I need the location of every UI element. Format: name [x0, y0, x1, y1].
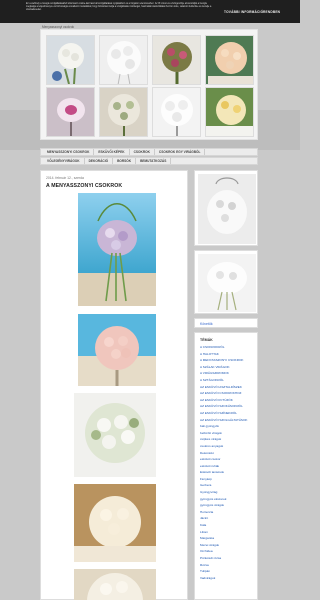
label-link[interactable]: AZ ESKÜVŐI SZÍNEKRŐL	[200, 411, 252, 416]
label-link[interactable]: esküvői ruhák	[200, 464, 252, 469]
sidebar-image-box-1	[194, 170, 258, 246]
labels-widget: TÉMÁK A CSOKROKRÓL A HALOTTAK A MENYASSZ…	[194, 332, 258, 600]
label-link[interactable]: Gyöngyvirág	[200, 490, 252, 495]
post-image-5[interactable]	[74, 569, 156, 600]
nav-item-borsok[interactable]: BORSÓK	[113, 158, 137, 164]
cookie-consent-bar: Ez a webhely a Google szolgáltatásaiból …	[0, 0, 300, 23]
label-link[interactable]: Esküvői tanácsok	[200, 470, 252, 475]
nav-item-menyasszonyi-csokrok[interactable]: MENYASSZONYI CSOKROK	[43, 149, 95, 155]
label-link[interactable]: Dekoráció	[200, 451, 252, 456]
label-link[interactable]: A HALOTTAK	[200, 352, 252, 357]
nav-item-dekoracio[interactable]: DEKORÁCIÓ	[85, 158, 114, 164]
label-link[interactable]: Vadvirágok	[200, 576, 252, 581]
nav-row-2: VŐLEGÉNYVIRÁGOK DEKORÁCIÓ BORSÓK BEMUTAT…	[40, 157, 258, 165]
labels-list: A CSOKROKRÓL A HALOTTAK A MENYASSZONYI C…	[200, 345, 252, 583]
header-thumb-5[interactable]	[46, 87, 95, 137]
label-link[interactable]: Rózsa	[200, 563, 252, 568]
label-link[interactable]: Orchidea	[200, 550, 252, 554]
label-link[interactable]: AZ ESKÜVŐI SZOLGÁLTATÁSOK	[200, 418, 252, 423]
sidebar-image-box-2	[194, 250, 258, 314]
label-link[interactable]: gyöngyös ékszerek	[200, 497, 252, 502]
nav-item-csokrok-egy-viragbol[interactable]: CSOKROK EGY VIRÁGBÓL	[155, 149, 206, 155]
sidebar-image-2[interactable]	[198, 254, 256, 312]
sidebar-image-1[interactable]	[198, 174, 256, 244]
post-image-2[interactable]	[78, 314, 156, 386]
blog-post: 2014. február 12., szerda A MENYASSZONYI…	[40, 170, 188, 600]
post-date: 2014. február 12., szerda	[46, 176, 84, 180]
label-link[interactable]: Fénykép	[200, 477, 252, 482]
label-link[interactable]: Tulipán	[200, 569, 252, 574]
followers-link[interactable]: Követők	[200, 322, 213, 326]
nav-item-csokrok[interactable]: CSOKROK	[130, 149, 155, 155]
labels-title: TÉMÁK	[200, 338, 213, 342]
post-title[interactable]: A MENYASSZONYI CSOKROK	[46, 183, 122, 189]
label-link[interactable]: Kála	[200, 523, 252, 528]
header-thumb-1[interactable]	[46, 35, 95, 85]
label-link[interactable]: befüzött virágok	[200, 431, 252, 436]
nav-item-volegenyviragok[interactable]: VŐLEGÉNYVIRÁGOK	[43, 158, 85, 164]
label-link[interactable]: A MENYASSZONYI CSOKROK	[200, 358, 252, 363]
header-thumb-4[interactable]	[205, 35, 254, 85]
label-link[interactable]: AZ ESKÜVŐI CSOKROKHOZ	[200, 391, 252, 396]
label-link[interactable]: AZ ESKÜVŐI SZOKÁSOKRÓL	[200, 405, 252, 409]
label-link[interactable]: A SZÁLAK VIRÁGOK	[200, 365, 252, 370]
header-thumb-7[interactable]	[152, 87, 201, 137]
followers-widget: Követők	[194, 318, 258, 328]
label-link[interactable]: Liliom	[200, 530, 252, 535]
label-link[interactable]: Pünkösdi rózsa	[200, 556, 252, 561]
label-link[interactable]: A SZTÁGOKRÓL	[200, 378, 252, 383]
header-thumb-2[interactable]	[99, 35, 148, 85]
cookie-consent-text: Ez a webhely a Google szolgáltatásaiból …	[26, 3, 212, 11]
nav-item-bemutatkozas[interactable]: BEMUTATKOZÁS	[136, 158, 172, 164]
label-link[interactable]: Margaréta	[200, 536, 252, 541]
label-link[interactable]: A CSOKROKRÓL	[200, 345, 252, 350]
header-gallery	[40, 29, 258, 140]
label-link[interactable]: bali gyöngyök	[200, 424, 252, 429]
nav-row-1: MENYASSZONYI CSOKROK ESKÜVŐI KÉPEK CSOKR…	[40, 148, 258, 156]
label-link[interactable]: Hortenzia	[200, 510, 252, 515]
learn-more-button[interactable]: TOVÁBBI INFORMÁCIÓ	[224, 10, 263, 14]
nav-item-eskuvoi-kepek[interactable]: ESKÜVŐI KÉPEK	[94, 149, 130, 155]
label-link[interactable]: A VIRÁGSZIROMOK	[200, 372, 252, 376]
ok-button[interactable]: RENDBEN	[263, 10, 280, 14]
post-image-1[interactable]	[78, 193, 156, 306]
label-link[interactable]: esküvői csokor	[200, 457, 252, 462]
header-thumb-8[interactable]	[205, 87, 254, 137]
header-thumb-3[interactable]	[152, 35, 201, 85]
label-link[interactable]: csokros anyagok	[200, 444, 252, 449]
label-link[interactable]: AZ ESKÜVŐI KITŰZŐK	[200, 398, 252, 403]
label-link[interactable]: Gerbera	[200, 484, 252, 488]
post-image-4[interactable]	[74, 484, 156, 562]
label-link[interactable]: csipkés virágok	[200, 438, 252, 442]
header-thumb-6[interactable]	[99, 87, 148, 137]
label-link[interactable]: Jácint	[200, 517, 252, 521]
label-link[interactable]: Mezei virágok	[200, 543, 252, 548]
post-image-3[interactable]	[74, 393, 156, 477]
label-link[interactable]: AZ ESKÜVŐI ASZTALDÍSZEK	[200, 385, 252, 390]
label-link[interactable]: gyöngyös virágok	[200, 503, 252, 508]
